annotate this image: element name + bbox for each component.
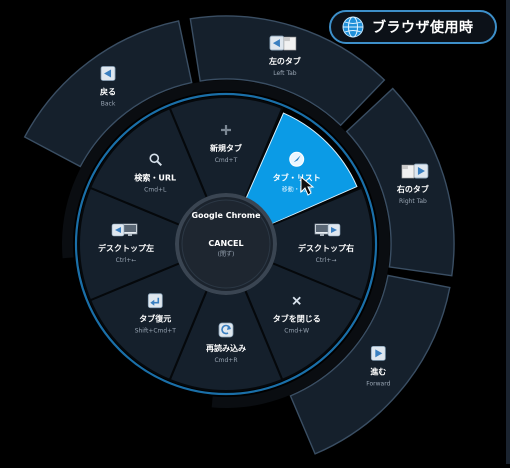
new-tab-label: 新規タブ — [210, 143, 242, 153]
desktop-right-icon — [314, 223, 341, 237]
forward-shortcut: Forward — [366, 380, 390, 387]
reload-icon — [218, 322, 234, 338]
window-edge — [506, 0, 510, 464]
tab-list-label: タブ・リスト — [273, 172, 321, 182]
close-tab-shortcut: Cmd+W — [284, 328, 309, 335]
desktop-left-label: デスクトップ左 — [98, 243, 154, 253]
left-tab-label: 左のタブ — [268, 56, 301, 66]
mode-badge-label: ブラウザ使用時 — [372, 20, 474, 36]
search-url-shortcut: Cmd+L — [144, 186, 167, 193]
pie-menu: 戻る Back 左のタブ Left Tab 右のタブ Right Tab 進む Forward… — [0, 0, 510, 464]
back-arrow-icon — [100, 66, 116, 81]
desktop-right-shortcut: Ctrl+→ — [316, 257, 337, 264]
search-url-label: 検索・URL — [134, 172, 176, 182]
back-label: 戻る — [99, 86, 116, 96]
back-shortcut: Back — [101, 100, 116, 107]
reload-label: 再読み込み — [206, 343, 246, 353]
forward-arrow-icon — [370, 345, 386, 361]
new-tab-shortcut: Cmd+T — [215, 157, 238, 164]
desktop-left-shortcut: Ctrl+← — [116, 257, 137, 264]
right-tab-label: 右のタブ — [396, 184, 429, 194]
globe-icon — [342, 16, 364, 38]
cancel-button[interactable]: Google Chrome CANCEL (閉ず) — [175, 193, 277, 295]
close-tab-label: タブを閉じる — [273, 314, 321, 324]
right-tab-icon — [401, 163, 429, 179]
compass-icon — [289, 151, 305, 167]
left-tab-icon — [269, 35, 297, 51]
restore-icon — [147, 293, 163, 309]
cancel-sub: (閉ず) — [218, 250, 235, 258]
forward-label: 進む — [370, 366, 386, 376]
right-tab-shortcut: Right Tab — [399, 198, 427, 205]
mode-badge: ブラウザ使用時 — [329, 10, 497, 44]
reload-shortcut: Cmd+R — [214, 357, 237, 364]
restore-tab-shortcut: Shift+Cmd+T — [135, 328, 177, 335]
desktop-left-icon — [111, 223, 138, 237]
app-name: Google Chrome — [191, 211, 261, 220]
restore-tab-label: タブ復元 — [139, 314, 171, 324]
left-tab-shortcut: Left Tab — [273, 70, 297, 77]
cancel-label: CANCEL — [208, 239, 243, 248]
desktop-right-label: デスクトップ右 — [298, 243, 354, 253]
